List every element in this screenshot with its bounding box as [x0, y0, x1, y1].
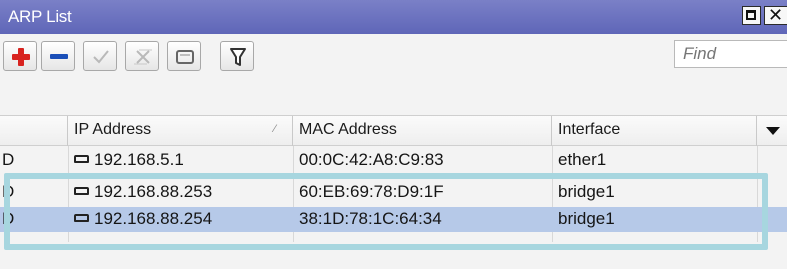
check-icon: [93, 50, 109, 64]
filter-icon: [230, 48, 246, 66]
address-icon: [74, 214, 89, 222]
row-mac-address: 38:1D:78:1C:64:34: [299, 209, 442, 228]
close-button[interactable]: ✕: [764, 5, 787, 25]
row-interface: bridge1: [558, 182, 615, 201]
row-flag: D: [2, 209, 15, 228]
columns-menu-button[interactable]: [757, 116, 787, 146]
restore-icon: [746, 10, 756, 20]
disable-button[interactable]: [125, 41, 159, 71]
table-row[interactable]: D 192.168.88.253 60:EB:69:78:D9:1F bridg…: [0, 180, 787, 205]
cross-icon: [134, 49, 152, 65]
add-button[interactable]: [3, 41, 37, 71]
row-mac-address: 60:EB:69:78:D9:1F: [299, 182, 444, 201]
toolbar: [0, 34, 787, 78]
remove-button[interactable]: [41, 41, 75, 71]
find-input[interactable]: [683, 44, 787, 64]
table-header: IP Address ⁄ MAC Address Interface: [0, 115, 787, 146]
row-flag: D: [2, 150, 15, 169]
sort-ascending-icon: ⁄: [274, 123, 276, 135]
arp-list-window: ARP List ✕ Find IP Address ⁄ MAC Address…: [0, 0, 787, 269]
column-header-interface[interactable]: Interface: [552, 116, 757, 146]
row-ip-address: 192.168.88.254: [74, 209, 212, 229]
address-icon: [74, 187, 89, 195]
filter-button[interactable]: [220, 41, 254, 71]
find-field[interactable]: [674, 40, 787, 68]
chevron-down-icon: [766, 127, 780, 135]
row-ip-address: 192.168.5.1: [74, 150, 184, 170]
restore-button[interactable]: [742, 6, 761, 25]
comment-button[interactable]: [167, 41, 201, 71]
table-row[interactable]: D 192.168.5.1 00:0C:42:A8:C9:83 ether1: [0, 148, 787, 173]
row-ip-address: 192.168.88.253: [74, 182, 212, 202]
row-flag: D: [2, 182, 15, 201]
address-icon: [74, 155, 89, 163]
title-bar[interactable]: ARP List ✕: [0, 0, 787, 34]
column-header-flag[interactable]: [0, 116, 68, 146]
column-header-mac-address[interactable]: MAC Address: [293, 116, 552, 146]
comment-icon: [176, 50, 194, 64]
close-icon: ✕: [768, 5, 784, 25]
enable-button[interactable]: [83, 41, 117, 71]
window-title: ARP List: [8, 7, 72, 26]
table-row-selected[interactable]: D 192.168.88.254 38:1D:78:1C:64:34 bridg…: [0, 207, 787, 232]
row-mac-address: 00:0C:42:A8:C9:83: [299, 150, 444, 169]
column-header-ip-address-label: IP Address: [74, 121, 152, 138]
column-header-ip-address[interactable]: IP Address ⁄: [68, 116, 293, 146]
row-interface: ether1: [558, 150, 607, 169]
row-interface: bridge1: [558, 209, 615, 228]
